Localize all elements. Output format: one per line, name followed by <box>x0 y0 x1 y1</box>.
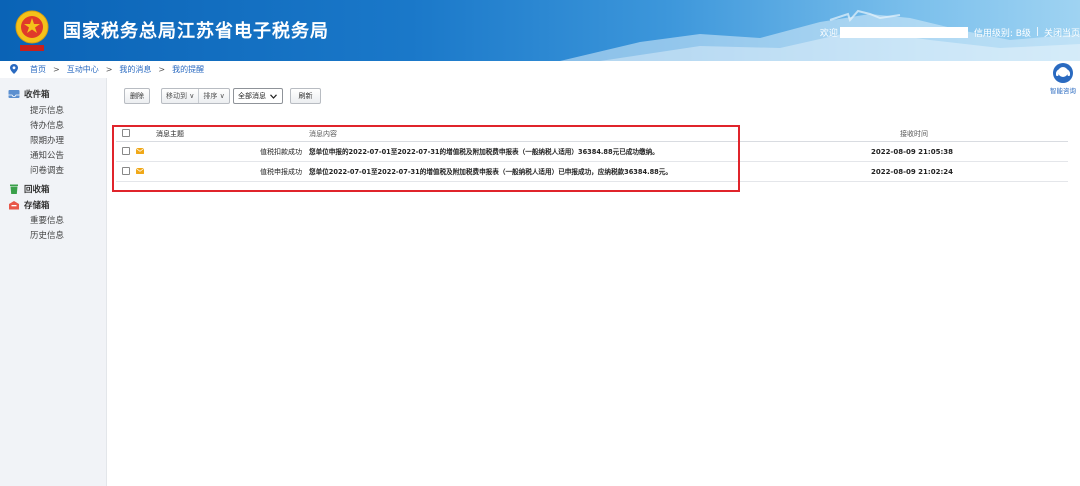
message-time: 2022-08-09 21:05:38 <box>870 148 953 156</box>
message-filter-select[interactable]: 全部消息 <box>233 88 283 104</box>
sort-dropdown[interactable]: 排序 ∨ <box>198 89 228 103</box>
sidebar-item-survey[interactable]: 问卷调查 <box>0 164 106 179</box>
credit-level: 信用级别: B级 <box>973 28 1031 39</box>
highlight-annotation-box <box>112 125 740 192</box>
username-redacted <box>839 26 968 38</box>
smart-consult-label: 智能咨询 <box>1050 87 1076 95</box>
storage-box-icon <box>9 200 19 209</box>
welcome-text: 欢迎 <box>819 28 838 39</box>
trash-icon <box>10 184 18 194</box>
customer-service-icon <box>1053 63 1073 83</box>
breadcrumb-separator: > <box>105 64 113 74</box>
breadcrumb-home[interactable]: 首页 <box>30 64 46 75</box>
sidebar-group-inbox[interactable]: 收件箱 <box>0 87 106 100</box>
sidebar-group-recycle[interactable]: 回收箱 <box>0 182 106 195</box>
sidebar-item-important[interactable]: 重要信息 <box>0 214 106 229</box>
smart-consult-widget[interactable]: 智能咨询 <box>1046 62 1080 96</box>
site-title: 国家税务总局江苏省电子税务局 <box>63 21 329 42</box>
sidebar-group-label: 存储箱 <box>24 200 50 211</box>
inbox-icon <box>8 89 20 98</box>
tax-emblem-logo <box>15 10 49 51</box>
message-time: 2022-08-09 21:02:24 <box>870 168 953 176</box>
sidebar-group-label: 回收箱 <box>24 184 50 195</box>
breadcrumb: 首页 > 互动中心 > 我的消息 > 我的提醒 <box>0 61 1040 77</box>
sidebar-item-tips[interactable]: 提示信息 <box>0 104 106 119</box>
user-area: 欢迎 信用级别: B级 | 关闭当页 <box>820 25 1080 39</box>
move-to-dropdown[interactable]: 移动到 ∨ <box>162 89 198 103</box>
delete-button[interactable]: 删除 <box>124 88 150 104</box>
breadcrumb-interaction-center[interactable]: 互动中心 <box>67 64 99 75</box>
close-page-link[interactable]: 关闭当页 <box>1044 26 1080 39</box>
divider: | <box>1035 27 1039 37</box>
sidebar-item-todo[interactable]: 待办信息 <box>0 119 106 134</box>
sidebar-item-history[interactable]: 历史信息 <box>0 229 106 244</box>
sidebar-group-label: 收件箱 <box>24 89 50 100</box>
column-header-time: 接收时间 <box>900 130 928 138</box>
move-sort-group: 移动到 ∨ 排序 ∨ <box>161 88 230 104</box>
sidebar-item-deadline[interactable]: 限期办理 <box>0 134 106 149</box>
site-header: 国家税务总局江苏省电子税务局 欢迎 信用级别: B级 | 关闭当页 <box>0 0 1080 61</box>
breadcrumb-separator: > <box>53 64 60 74</box>
refresh-button[interactable]: 刷新 <box>290 88 321 104</box>
sidebar-group-storage[interactable]: 存储箱 <box>0 198 106 211</box>
chevron-down-icon <box>270 93 277 99</box>
sidebar-item-notices[interactable]: 通知公告 <box>0 149 106 164</box>
sidebar: 收件箱 提示信息 待办信息 限期办理 通知公告 问卷调查 回收箱 存储箱 重要信… <box>0 78 107 486</box>
breadcrumb-separator: > <box>158 64 166 74</box>
breadcrumb-my-reminders[interactable]: 我的提醒 <box>172 64 204 75</box>
breadcrumb-my-messages[interactable]: 我的消息 <box>119 64 151 75</box>
location-pin-icon <box>10 64 18 74</box>
filter-value: 全部消息 <box>238 92 266 100</box>
